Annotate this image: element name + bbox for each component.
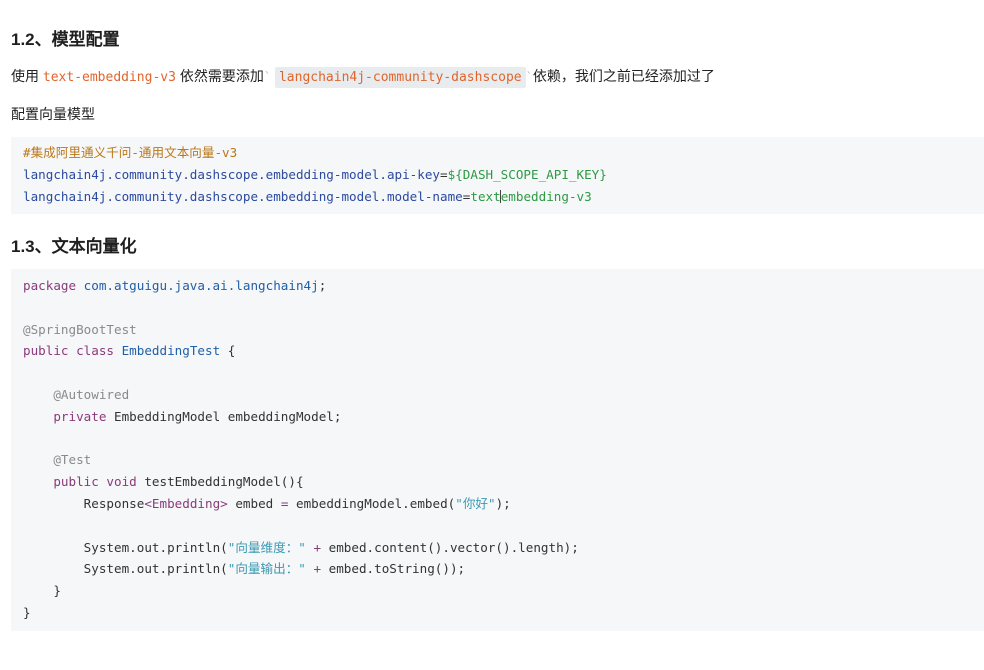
inline-code-text-embedding: text-embedding-v3 xyxy=(42,70,176,85)
closing-brace: } xyxy=(53,583,61,599)
operator: + xyxy=(305,561,329,577)
code-line: @Test xyxy=(23,449,972,471)
code-line: private EmbeddingModel embeddingModel; xyxy=(23,406,972,428)
code-line: langchain4j.community.dashscope.embeddin… xyxy=(23,164,972,186)
config-value: ${DASH_SCOPE_API_KEY} xyxy=(447,166,607,182)
class-name: EmbeddingTest xyxy=(114,343,221,359)
code-line: Response<Embedding> embed = embeddingMod… xyxy=(23,493,972,515)
code-line: #集成阿里通义千问-通用文本向量-v3 xyxy=(23,142,972,164)
code-line: langchain4j.community.dashscope.embeddin… xyxy=(23,186,972,208)
paragraph-suffix: 依赖，我们之前已经添加过了 xyxy=(532,68,715,84)
code-line: package com.atguigu.java.ai.langchain4j; xyxy=(23,275,972,297)
code-line: } xyxy=(23,602,972,624)
annotation: @Test xyxy=(53,452,92,468)
config-equals: = xyxy=(440,166,448,182)
section-heading-1-3: 1.3、文本向量化 xyxy=(11,237,137,256)
field-declaration: EmbeddingModel embeddingModel; xyxy=(106,408,342,424)
code-line: @SpringBootTest xyxy=(23,319,972,341)
variable: embed xyxy=(227,495,281,511)
punctuation: { xyxy=(220,343,236,359)
code-line: public void testEmbeddingModel(){ xyxy=(23,471,972,493)
method-call: System.out.println( xyxy=(83,561,228,577)
config-code-block: #集成阿里通义千问-通用文本向量-v3 langchain4j.communit… xyxy=(11,137,984,214)
code-line: } xyxy=(23,580,972,602)
method-call: embed.content().vector().length); xyxy=(328,539,579,555)
punctuation: ); xyxy=(495,495,511,511)
config-value-part: text xyxy=(470,188,501,204)
description-paragraph: 使用 text-embedding-v3 依然需要添加` langchain4j… xyxy=(11,66,715,88)
config-value-part: embedding-v3 xyxy=(500,188,592,204)
type-name: Response xyxy=(83,495,145,511)
code-line: System.out.println("向量输出：" + embed.toStr… xyxy=(23,558,972,580)
annotation: @Autowired xyxy=(53,386,130,402)
section-heading-1-2: 1.2、模型配置 xyxy=(11,30,120,49)
method-signature: testEmbeddingModel(){ xyxy=(136,474,304,490)
annotation: @SpringBootTest xyxy=(23,321,137,337)
inline-code-dashscope-dependency: langchain4j-community-dashscope xyxy=(274,67,526,88)
code-line: System.out.println("向量维度：" + embed.conte… xyxy=(23,537,972,559)
keyword: public class xyxy=(23,343,114,359)
string-literal: "你好" xyxy=(455,495,496,511)
paragraph-prefix: 使用 xyxy=(11,68,43,84)
backtick-open: ` xyxy=(263,70,272,84)
config-key: langchain4j.community.dashscope.embeddin… xyxy=(23,166,441,182)
backtick-close: ` xyxy=(525,70,533,84)
keyword: package xyxy=(23,278,77,293)
code-line: public class EmbeddingTest { xyxy=(23,340,972,362)
config-comment: #集成阿里通义千问-通用文本向量-v3 xyxy=(23,145,238,160)
keyword: public void xyxy=(53,474,137,490)
closing-brace: } xyxy=(23,604,31,620)
keyword: private xyxy=(53,408,107,424)
config-subheading: 配置向量模型 xyxy=(11,106,95,122)
string-literal: "向量输出：" xyxy=(227,561,306,577)
package-name: com.atguigu.java.ai.langchain4j xyxy=(76,278,319,293)
code-line: @Autowired xyxy=(23,384,972,406)
operator: + xyxy=(305,539,329,555)
method-call: embed.toString()); xyxy=(328,561,466,577)
method-call: System.out.println( xyxy=(83,539,228,555)
java-code-block: package com.atguigu.java.ai.langchain4j;… xyxy=(11,269,984,631)
paragraph-middle: 依然需要添加 xyxy=(175,68,264,84)
punctuation: ; xyxy=(318,278,327,293)
config-key: langchain4j.community.dashscope.embeddin… xyxy=(23,188,463,204)
generic-type: <Embedding> xyxy=(144,495,228,511)
string-literal: "向量维度：" xyxy=(227,539,306,555)
method-call: embeddingModel.embed( xyxy=(288,495,456,511)
